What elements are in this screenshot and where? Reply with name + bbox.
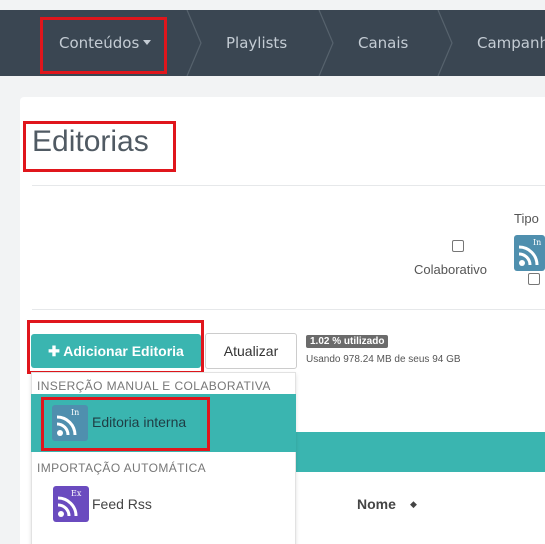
- rss-internal-icon[interactable]: In: [514, 235, 545, 271]
- update-button[interactable]: Atualizar: [205, 333, 297, 369]
- caret-down-icon: [143, 40, 152, 45]
- usage-text: Usando 978.24 MB de seus 94 GB: [306, 354, 461, 365]
- nav-item-campanhas[interactable]: Campanh: [477, 10, 545, 76]
- nav-item-playlists[interactable]: Playlists: [226, 10, 287, 76]
- tipo-label: Tipo: [514, 211, 539, 226]
- divider: [32, 185, 545, 186]
- usage-badge: 1.02 % utilizado: [306, 335, 389, 348]
- plus-icon: ✚: [48, 343, 60, 359]
- breadcrumb-chevron-icon: [437, 10, 453, 76]
- top-nav: Conteúdos Playlists Canais Campanh: [0, 10, 545, 76]
- nav-item-label: Playlists: [226, 34, 288, 52]
- collaborative-checkbox[interactable]: [452, 240, 464, 252]
- collaborative-label: Colaborativo: [414, 262, 487, 277]
- divider: [32, 309, 545, 310]
- dropdown-section-auto: IMPORTAÇÃO AUTOMÁTICA: [37, 461, 207, 475]
- dropdown-item-feed-rss[interactable]: Feed Rss: [92, 496, 152, 512]
- nav-item-label: Canais: [358, 34, 409, 52]
- dropdown-item-label: Editoria interna: [92, 414, 187, 430]
- rss-internal-icon: In: [52, 405, 88, 441]
- breadcrumb-chevron-icon: [186, 10, 202, 76]
- tipo-checkbox[interactable]: [528, 273, 540, 285]
- breadcrumb-chevron-icon: [318, 10, 334, 76]
- nav-item-conteudos[interactable]: Conteúdos: [59, 10, 152, 76]
- svg-text:Ex: Ex: [71, 489, 82, 498]
- table-toolbar: [296, 432, 545, 472]
- page-title: Editorias: [32, 125, 149, 158]
- nav-item-label: Campanh: [477, 34, 545, 52]
- svg-text:In: In: [533, 238, 541, 247]
- add-editoria-button[interactable]: ✚ Adicionar Editoria: [31, 334, 201, 368]
- nav-item-canais[interactable]: Canais: [358, 10, 408, 76]
- svg-text:In: In: [71, 408, 79, 417]
- rss-external-icon[interactable]: Ex: [53, 486, 89, 522]
- dropdown-section-manual: INSERÇÃO MANUAL E COLABORATIVA: [37, 379, 271, 393]
- add-editoria-label: Adicionar Editoria: [63, 343, 184, 359]
- sort-icon[interactable]: ◆: [410, 500, 417, 510]
- column-header-nome[interactable]: Nome: [357, 496, 396, 512]
- nav-item-label: Conteúdos: [59, 34, 140, 52]
